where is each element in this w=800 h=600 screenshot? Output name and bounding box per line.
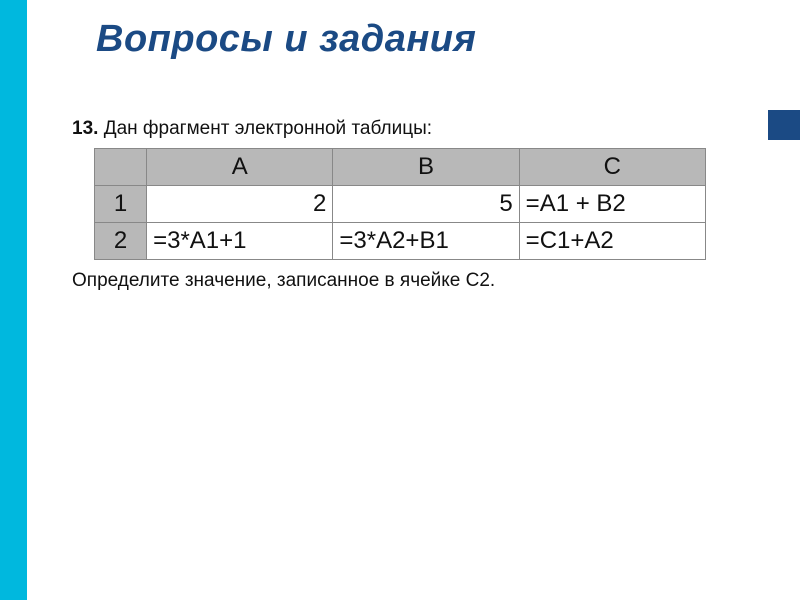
followup-text: Определите значение, записанное в ячейке… [72, 268, 732, 294]
corner-cell [95, 148, 147, 185]
slide-body: 13. Дан фрагмент электронной таблицы: А … [72, 116, 732, 293]
cell-a2: =3*A1+1 [147, 222, 333, 259]
col-header: С [519, 148, 705, 185]
question-number: 13. [72, 118, 98, 139]
cell-b1: 5 [333, 185, 519, 222]
cell-c2: =C1+A2 [519, 222, 705, 259]
table-row: 2 =3*A1+1 =3*A2+B1 =C1+A2 [95, 222, 706, 259]
col-header: В [333, 148, 519, 185]
header-row: А В С [95, 148, 706, 185]
row-header: 2 [95, 222, 147, 259]
right-accent-block [768, 110, 800, 140]
slide: Вопросы и задания 13. Дан фрагмент элект… [0, 0, 800, 600]
slide-title: Вопросы и задания [96, 18, 476, 61]
col-header: А [147, 148, 333, 185]
left-accent-stripe [0, 0, 27, 600]
row-header: 1 [95, 185, 147, 222]
cell-c1: =A1 + B2 [519, 185, 705, 222]
question-text: 13. Дан фрагмент электронной таблицы: [72, 116, 732, 142]
question-body: Дан фрагмент электронной таблицы: [98, 118, 432, 139]
cell-a1: 2 [147, 185, 333, 222]
spreadsheet-table: А В С 1 2 5 =A1 + B2 2 =3*A1+1 =3*A2+B1 … [94, 148, 706, 260]
cell-b2: =3*A2+B1 [333, 222, 519, 259]
table-row: 1 2 5 =A1 + B2 [95, 185, 706, 222]
